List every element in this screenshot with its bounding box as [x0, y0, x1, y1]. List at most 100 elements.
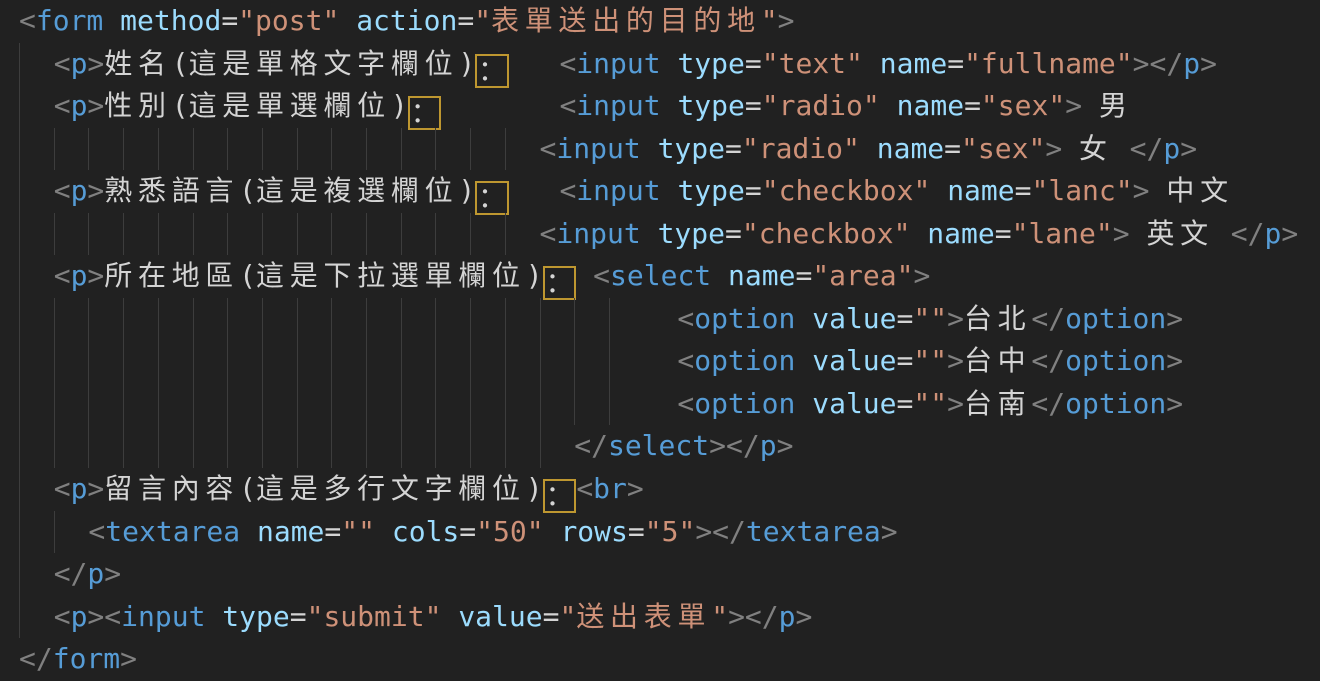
indent-guide	[193, 298, 228, 341]
code-token: "5"	[645, 515, 696, 548]
unicode-highlight-box: ：	[475, 181, 509, 215]
code-line[interactable]: <textarea name="" cols="50" rows="5"></t…	[19, 511, 1320, 554]
indent-guide	[19, 425, 54, 468]
code-token: (	[239, 472, 256, 505]
indent-guide	[19, 170, 54, 213]
code-token	[1113, 132, 1130, 165]
code-token: option	[1065, 302, 1166, 335]
code-token: >	[947, 302, 964, 335]
code-token: input	[576, 174, 660, 207]
code-token: 這是複選欄位	[256, 174, 458, 207]
indent-guide	[54, 383, 89, 426]
code-line[interactable]: <option value="">台南</option>	[19, 383, 1320, 426]
code-token	[339, 4, 356, 37]
indent-guide	[540, 425, 575, 468]
indent-guide	[227, 298, 262, 341]
indent-guide	[331, 383, 366, 426]
code-line[interactable]: <input type="checkbox" name="lane"> 英文 <…	[19, 213, 1320, 256]
code-token: >	[1045, 132, 1062, 165]
code-token: </	[54, 557, 88, 590]
indent-guide	[227, 340, 262, 383]
indent-guide	[19, 596, 54, 639]
indent-guide	[297, 298, 332, 341]
code-line[interactable]: </select></p>	[19, 425, 1320, 468]
code-token: p	[71, 472, 88, 505]
code-line[interactable]: </p>	[19, 553, 1320, 596]
indent-guide	[331, 298, 366, 341]
code-line[interactable]: <p>所在地區(這是下拉選單欄位)：<select name="area">	[19, 255, 1320, 298]
code-line[interactable]: <p><input type="submit" value="送出表單"></p…	[19, 596, 1320, 639]
code-token: name	[877, 132, 944, 165]
indent-guide	[88, 425, 123, 468]
indent-guide	[227, 383, 262, 426]
code-line[interactable]: <p>熟悉語言(這是複選欄位)：<input type="checkbox" n…	[19, 170, 1320, 213]
code-line[interactable]: <p>姓名(這是單格文字欄位)：<input type="text" name=…	[19, 43, 1320, 86]
indent-guide	[88, 213, 123, 256]
code-token: name	[880, 47, 947, 80]
code-token: select	[608, 429, 709, 462]
code-token: =	[628, 515, 645, 548]
code-token: <	[19, 4, 36, 37]
code-token: 留言內容	[104, 472, 239, 505]
code-token: </	[1031, 387, 1065, 420]
code-token: >	[1065, 89, 1082, 122]
code-token: 女	[1079, 132, 1113, 165]
code-token: p	[71, 600, 88, 633]
code-token	[795, 302, 812, 335]
code-token	[860, 132, 877, 165]
indent-guide	[505, 425, 540, 468]
code-token	[641, 132, 658, 165]
code-token: "lanc"	[1031, 174, 1132, 207]
code-token: =	[221, 4, 238, 37]
code-token: </	[19, 642, 53, 675]
indent-guide	[262, 213, 297, 256]
code-token: =	[964, 89, 981, 122]
code-token: select	[610, 259, 711, 292]
indent-guide	[123, 383, 158, 426]
code-token	[375, 515, 392, 548]
indent-guide	[540, 298, 575, 341]
code-token: form	[36, 4, 103, 37]
indent-guide	[574, 298, 609, 341]
unicode-highlight-box: ：	[475, 54, 509, 88]
code-token: >	[1200, 47, 1217, 80]
code-token: =	[324, 515, 341, 548]
code-line[interactable]: <form method="post" action="表單送出的目的地">	[19, 0, 1320, 43]
code-token: <	[54, 259, 71, 292]
code-token	[880, 89, 897, 122]
indent-guide	[19, 85, 54, 128]
code-token: =	[745, 174, 762, 207]
code-token	[795, 344, 812, 377]
code-line[interactable]: <input type="radio" name="sex"> 女 </p>	[19, 128, 1320, 171]
code-token: =	[897, 387, 914, 420]
indent-guide	[297, 213, 332, 256]
code-token: "radio"	[762, 89, 880, 122]
indent-guide	[470, 383, 505, 426]
code-line[interactable]: <option value="">台中</option>	[19, 340, 1320, 383]
code-token: 這是下拉選單欄位	[256, 259, 526, 292]
code-token: <	[677, 302, 694, 335]
code-token: 中文	[1166, 174, 1233, 207]
code-token	[1082, 89, 1099, 122]
code-token	[641, 217, 658, 250]
code-token: >	[87, 89, 104, 122]
code-token: 台南	[964, 387, 1031, 420]
code-token: 表單送出的目的地	[491, 4, 761, 37]
indent-guide	[435, 298, 470, 341]
code-token: "50"	[476, 515, 543, 548]
code-token: input	[556, 217, 640, 250]
code-token: <	[540, 132, 557, 165]
code-line[interactable]: </form>	[19, 638, 1320, 681]
code-token: 台中	[964, 344, 1031, 377]
code-line[interactable]: <p>性別(這是單選欄位)：<input type="radio" name="…	[19, 85, 1320, 128]
code-token: "text"	[762, 47, 863, 80]
code-token: <	[54, 472, 71, 505]
code-line[interactable]: <option value="">台北</option>	[19, 298, 1320, 341]
indent-guide	[54, 511, 89, 554]
code-line[interactable]: <p>留言內容(這是多行文字欄位)：<br>	[19, 468, 1320, 511]
code-token: <	[677, 387, 694, 420]
code-token: "checkbox"	[762, 174, 931, 207]
code-token: =	[1015, 174, 1032, 207]
indent-guide	[540, 383, 575, 426]
indent-guide	[505, 298, 540, 341]
